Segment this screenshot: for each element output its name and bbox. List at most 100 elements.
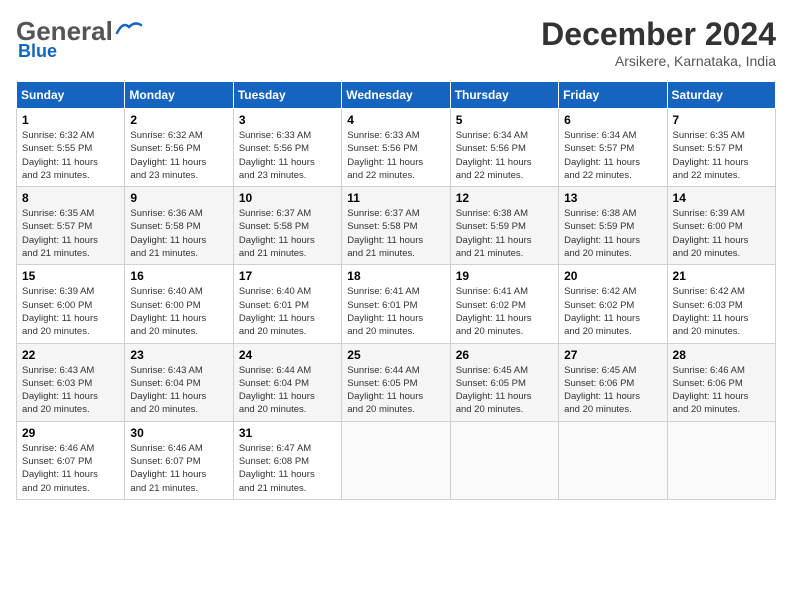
day-number: 8 (22, 191, 119, 205)
day-number: 4 (347, 113, 444, 127)
day-number: 31 (239, 426, 336, 440)
calendar-cell: 24 Sunrise: 6:44 AM Sunset: 6:04 PM Dayli… (233, 343, 341, 421)
day-number: 9 (130, 191, 227, 205)
logo-bird-icon (115, 19, 143, 37)
calendar-week-1: 1Sunrise: 6:32 AM Sunset: 5:55 PM Daylig… (17, 109, 776, 187)
calendar-cell: 22Sunrise: 6:43 AM Sunset: 6:03 PM Dayli… (17, 343, 125, 421)
day-number: 12 (456, 191, 553, 205)
day-number: 17 (239, 269, 336, 283)
day-info: Sunrise: 6:44 AM Sunset: 6:05 PM Dayligh… (347, 364, 444, 417)
calendar-week-4: 22Sunrise: 6:43 AM Sunset: 6:03 PM Dayli… (17, 343, 776, 421)
day-number: 20 (564, 269, 661, 283)
day-info: Sunrise: 6:43 AM Sunset: 6:04 PM Dayligh… (130, 364, 227, 417)
calendar-cell: 26Sunrise: 6:45 AM Sunset: 6:05 PM Dayli… (450, 343, 558, 421)
weekday-tuesday: Tuesday (233, 82, 341, 109)
day-number: 28 (673, 348, 770, 362)
day-number: 2 (130, 113, 227, 127)
calendar-cell: 7 Sunrise: 6:35 AM Sunset: 5:57 PM Daylig… (667, 109, 775, 187)
day-info: Sunrise: 6:35 AM Sunset: 5:57 PM Dayligh… (673, 129, 770, 182)
day-info: Sunrise: 6:40 AM Sunset: 6:01 PM Dayligh… (239, 285, 336, 338)
calendar-week-3: 15Sunrise: 6:39 AM Sunset: 6:00 PM Dayli… (17, 265, 776, 343)
calendar-cell: 16 Sunrise: 6:40 AM Sunset: 6:00 PM Dayli… (125, 265, 233, 343)
day-info: Sunrise: 6:43 AM Sunset: 6:03 PM Dayligh… (22, 364, 119, 417)
calendar-week-5: 29 Sunrise: 6:46 AM Sunset: 6:07 PM Dayli… (17, 421, 776, 499)
day-number: 3 (239, 113, 336, 127)
calendar-cell: 17 Sunrise: 6:40 AM Sunset: 6:01 PM Dayli… (233, 265, 341, 343)
day-number: 11 (347, 191, 444, 205)
calendar-cell: 10 Sunrise: 6:37 AM Sunset: 5:58 PM Dayli… (233, 187, 341, 265)
day-number: 10 (239, 191, 336, 205)
calendar-cell: 20 Sunrise: 6:42 AM Sunset: 6:02 PM Dayli… (559, 265, 667, 343)
calendar-cell: 13 Sunrise: 6:38 AM Sunset: 5:59 PM Dayli… (559, 187, 667, 265)
weekday-thursday: Thursday (450, 82, 558, 109)
day-number: 14 (673, 191, 770, 205)
day-info: Sunrise: 6:46 AM Sunset: 6:07 PM Dayligh… (130, 442, 227, 495)
day-info: Sunrise: 6:35 AM Sunset: 5:57 PM Dayligh… (22, 207, 119, 260)
calendar-cell: 29 Sunrise: 6:46 AM Sunset: 6:07 PM Dayli… (17, 421, 125, 499)
day-number: 7 (673, 113, 770, 127)
calendar-cell: 25Sunrise: 6:44 AM Sunset: 6:05 PM Dayli… (342, 343, 450, 421)
day-info: Sunrise: 6:42 AM Sunset: 6:03 PM Dayligh… (673, 285, 770, 338)
day-info: Sunrise: 6:46 AM Sunset: 6:07 PM Dayligh… (22, 442, 119, 495)
calendar-cell: 23 Sunrise: 6:43 AM Sunset: 6:04 PM Dayli… (125, 343, 233, 421)
calendar-cell: 4 Sunrise: 6:33 AM Sunset: 5:56 PM Daylig… (342, 109, 450, 187)
day-number: 29 (22, 426, 119, 440)
month-title: December 2024 (541, 16, 776, 53)
day-info: Sunrise: 6:34 AM Sunset: 5:56 PM Dayligh… (456, 129, 553, 182)
day-info: Sunrise: 6:32 AM Sunset: 5:55 PM Dayligh… (22, 129, 119, 182)
day-info: Sunrise: 6:40 AM Sunset: 6:00 PM Dayligh… (130, 285, 227, 338)
logo: General Blue (16, 16, 143, 62)
calendar-cell: 14 Sunrise: 6:39 AM Sunset: 6:00 PM Dayli… (667, 187, 775, 265)
logo-blue: Blue (18, 41, 57, 62)
calendar-cell (342, 421, 450, 499)
day-info: Sunrise: 6:34 AM Sunset: 5:57 PM Dayligh… (564, 129, 661, 182)
day-info: Sunrise: 6:32 AM Sunset: 5:56 PM Dayligh… (130, 129, 227, 182)
day-info: Sunrise: 6:47 AM Sunset: 6:08 PM Dayligh… (239, 442, 336, 495)
calendar-cell: 15Sunrise: 6:39 AM Sunset: 6:00 PM Dayli… (17, 265, 125, 343)
calendar-cell: 1Sunrise: 6:32 AM Sunset: 5:55 PM Daylig… (17, 109, 125, 187)
day-info: Sunrise: 6:33 AM Sunset: 5:56 PM Dayligh… (239, 129, 336, 182)
day-info: Sunrise: 6:44 AM Sunset: 6:04 PM Dayligh… (239, 364, 336, 417)
calendar-cell: 3 Sunrise: 6:33 AM Sunset: 5:56 PM Daylig… (233, 109, 341, 187)
day-info: Sunrise: 6:38 AM Sunset: 5:59 PM Dayligh… (456, 207, 553, 260)
calendar-cell (559, 421, 667, 499)
day-number: 21 (673, 269, 770, 283)
day-number: 23 (130, 348, 227, 362)
day-info: Sunrise: 6:42 AM Sunset: 6:02 PM Dayligh… (564, 285, 661, 338)
day-info: Sunrise: 6:33 AM Sunset: 5:56 PM Dayligh… (347, 129, 444, 182)
day-info: Sunrise: 6:41 AM Sunset: 6:01 PM Dayligh… (347, 285, 444, 338)
day-info: Sunrise: 6:36 AM Sunset: 5:58 PM Dayligh… (130, 207, 227, 260)
calendar-cell: 11 Sunrise: 6:37 AM Sunset: 5:58 PM Dayli… (342, 187, 450, 265)
day-info: Sunrise: 6:39 AM Sunset: 6:00 PM Dayligh… (673, 207, 770, 260)
page-header: General Blue December 2024 Arsikere, Kar… (16, 16, 776, 69)
calendar-cell: 27Sunrise: 6:45 AM Sunset: 6:06 PM Dayli… (559, 343, 667, 421)
calendar-cell: 2 Sunrise: 6:32 AM Sunset: 5:56 PM Daylig… (125, 109, 233, 187)
calendar-cell: 8 Sunrise: 6:35 AM Sunset: 5:57 PM Daylig… (17, 187, 125, 265)
calendar-table: SundayMondayTuesdayWednesdayThursdayFrid… (16, 81, 776, 500)
weekday-wednesday: Wednesday (342, 82, 450, 109)
calendar-cell: 9 Sunrise: 6:36 AM Sunset: 5:58 PM Daylig… (125, 187, 233, 265)
location: Arsikere, Karnataka, India (541, 53, 776, 69)
day-info: Sunrise: 6:38 AM Sunset: 5:59 PM Dayligh… (564, 207, 661, 260)
day-number: 13 (564, 191, 661, 205)
title-block: December 2024 Arsikere, Karnataka, India (541, 16, 776, 69)
calendar-cell: 30 Sunrise: 6:46 AM Sunset: 6:07 PM Dayli… (125, 421, 233, 499)
weekday-header-row: SundayMondayTuesdayWednesdayThursdayFrid… (17, 82, 776, 109)
calendar-cell: 19Sunrise: 6:41 AM Sunset: 6:02 PM Dayli… (450, 265, 558, 343)
weekday-friday: Friday (559, 82, 667, 109)
weekday-saturday: Saturday (667, 82, 775, 109)
day-number: 26 (456, 348, 553, 362)
calendar-cell: 21 Sunrise: 6:42 AM Sunset: 6:03 PM Dayli… (667, 265, 775, 343)
calendar-cell: 28 Sunrise: 6:46 AM Sunset: 6:06 PM Dayli… (667, 343, 775, 421)
day-number: 18 (347, 269, 444, 283)
day-number: 30 (130, 426, 227, 440)
day-info: Sunrise: 6:37 AM Sunset: 5:58 PM Dayligh… (347, 207, 444, 260)
day-number: 24 (239, 348, 336, 362)
day-number: 19 (456, 269, 553, 283)
day-info: Sunrise: 6:45 AM Sunset: 6:06 PM Dayligh… (564, 364, 661, 417)
day-info: Sunrise: 6:46 AM Sunset: 6:06 PM Dayligh… (673, 364, 770, 417)
day-info: Sunrise: 6:37 AM Sunset: 5:58 PM Dayligh… (239, 207, 336, 260)
weekday-monday: Monday (125, 82, 233, 109)
calendar-cell (667, 421, 775, 499)
day-number: 16 (130, 269, 227, 283)
